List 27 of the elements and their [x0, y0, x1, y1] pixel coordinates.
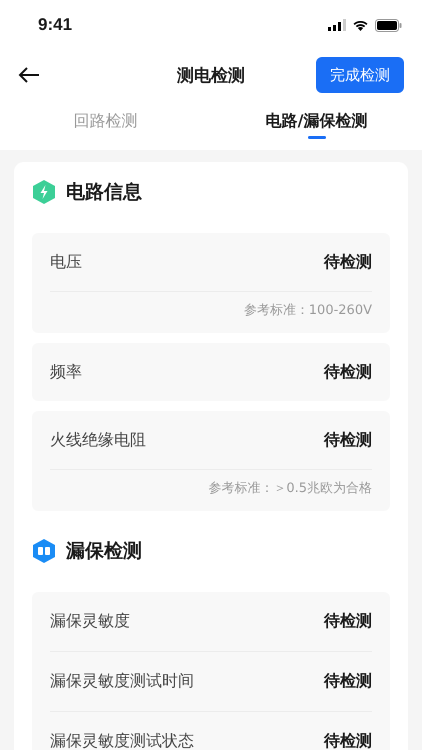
- item-label: 频率: [50, 362, 82, 382]
- section-title: 电路信息: [66, 180, 142, 205]
- breaker-icon: [32, 538, 56, 564]
- back-arrow-icon[interactable]: [18, 66, 40, 84]
- item-status: 待检测: [324, 671, 372, 692]
- item-label: 火线绝缘电阻: [50, 430, 146, 450]
- section-title: 漏保检测: [66, 539, 142, 564]
- item-status: 待检测: [324, 362, 372, 382]
- wifi-icon: [352, 19, 369, 31]
- item-label: 电压: [50, 252, 82, 272]
- tab[interactable]: 回路检测: [0, 100, 211, 150]
- signal-icon: [328, 19, 346, 31]
- item-label: 漏保灵敏度测试时间: [50, 671, 194, 692]
- item-status: 待检测: [324, 430, 372, 450]
- status-time: 9:41: [38, 15, 72, 35]
- item-status: 待检测: [324, 252, 372, 272]
- page-title: 测电检测: [177, 64, 245, 86]
- item-status: 待检测: [324, 611, 372, 632]
- reference-note: 参考标准：100-260V: [50, 291, 372, 333]
- lightning-icon: [32, 179, 56, 205]
- item-label: 漏保灵敏度: [50, 611, 130, 632]
- reference-note: 参考标准：＞0.5兆欧为合格: [50, 469, 372, 511]
- battery-icon: [375, 18, 402, 32]
- item-label: 漏保灵敏度测试状态: [50, 731, 194, 750]
- tab[interactable]: 电路/漏保检测: [211, 100, 422, 150]
- item-status: 待检测: [324, 731, 372, 750]
- complete-button[interactable]: 完成检测: [316, 57, 404, 93]
